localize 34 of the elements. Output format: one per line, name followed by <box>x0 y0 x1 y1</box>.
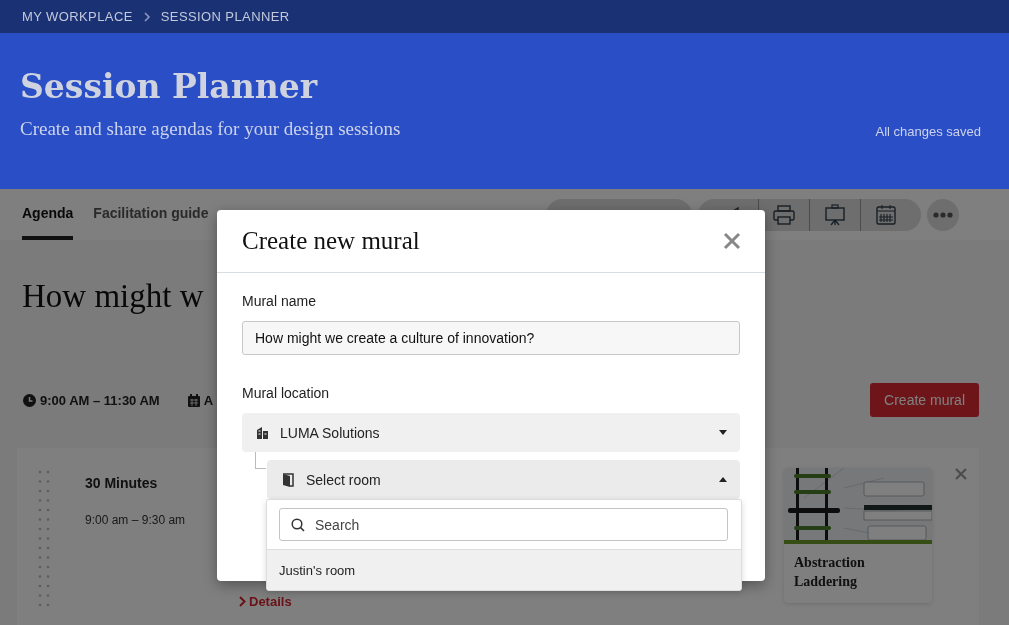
session-date: A <box>203 392 214 408</box>
close-icon[interactable] <box>723 232 741 250</box>
dialog-title: Create new mural <box>242 227 420 255</box>
close-icon[interactable] <box>955 468 967 480</box>
building-icon <box>257 426 268 439</box>
field-label: Mural location <box>242 385 331 401</box>
mural-name-field[interactable]: How might we create a culture of innovation? <box>242 321 740 355</box>
method-title: Abstraction Laddering <box>793 554 866 591</box>
duration-label: 30 Minutes <box>85 475 159 491</box>
room-select[interactable]: Select room <box>267 460 740 499</box>
breadcrumb-link[interactable]: SESSION PLANNER <box>160 9 290 24</box>
method-card[interactable]: Abstraction Laddering <box>784 468 932 603</box>
chevron-icon <box>239 596 246 607</box>
more-icon[interactable] <box>927 198 959 231</box>
page-subtitle: Create and share agendas for your design sessions <box>20 118 401 140</box>
caret-icon <box>719 477 727 482</box>
time-range: 9:00 am – 9:30 am <box>85 513 186 527</box>
search-field[interactable]: Search <box>279 508 728 541</box>
tab[interactable]: Agenda <box>22 189 74 240</box>
breadcrumb-link[interactable]: MY WORKPLACE <box>22 9 133 24</box>
tab[interactable]: Facilitation guide <box>93 189 209 240</box>
field-label: Mural name <box>242 293 317 309</box>
room-option[interactable]: Justin's room <box>267 550 741 590</box>
save-status: All changes saved <box>875 124 981 139</box>
chevron-icon <box>142 11 151 22</box>
session-time: 9:00 AM – 11:30 AM <box>40 392 160 408</box>
workspace-select[interactable]: LUMA Solutions <box>242 413 740 452</box>
calendar-icon <box>187 393 200 407</box>
clock-icon <box>23 393 36 407</box>
page-title: Session Planner <box>20 67 319 106</box>
caret-icon <box>719 430 727 435</box>
search-icon <box>291 518 305 532</box>
door-icon <box>282 472 294 487</box>
session-title: How might w <box>22 278 204 315</box>
